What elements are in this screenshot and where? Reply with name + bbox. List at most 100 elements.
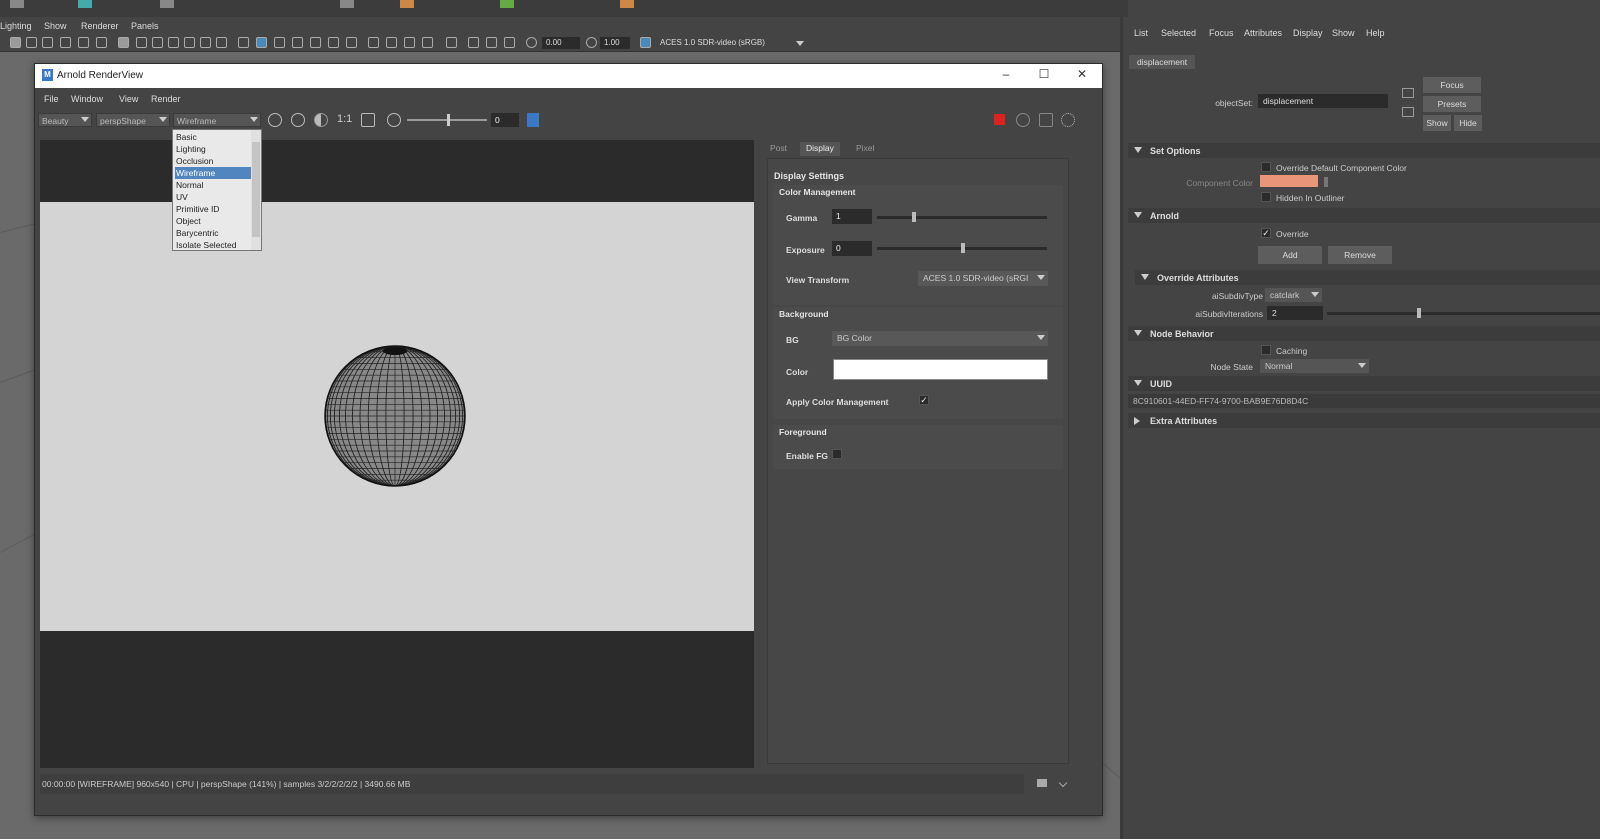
subdiv-type-select[interactable]: catclark (1265, 288, 1322, 302)
menu-view[interactable]: View (119, 94, 138, 104)
xray-active-icon[interactable] (486, 37, 497, 48)
apply-cm-checkbox[interactable]: ✓ (919, 395, 929, 405)
camera-icon[interactable] (10, 37, 21, 48)
shadows-icon[interactable] (346, 37, 357, 48)
override-checkbox[interactable]: ✓ (1261, 228, 1271, 238)
smooth-shade-icon[interactable] (256, 37, 267, 48)
gamma-slider-thumb[interactable] (912, 212, 916, 222)
wireframe-icon[interactable] (238, 37, 249, 48)
film-gate-icon[interactable] (136, 37, 147, 48)
shelf-icon[interactable] (160, 0, 174, 8)
menu-lighting[interactable]: Lighting (0, 21, 32, 31)
option-isolate-selected[interactable]: Isolate Selected (175, 239, 251, 251)
minimize-icon[interactable]: – (994, 67, 1018, 83)
dropdown-scrollbar[interactable] (251, 130, 261, 250)
shelf-icon[interactable] (78, 0, 92, 8)
subdiv-iter-field[interactable]: 2 (1267, 306, 1323, 320)
exposure-slider-thumb[interactable] (961, 243, 965, 253)
debug-mode-select[interactable]: Wireframe (173, 113, 261, 127)
gamma-slider-track[interactable] (877, 216, 1047, 219)
maximize-icon[interactable]: ☐ (1032, 67, 1056, 83)
show-button[interactable]: Show (1423, 115, 1451, 131)
depth-of-field-icon[interactable] (422, 37, 433, 48)
shelf-icon[interactable] (10, 0, 24, 8)
rgb-channel-icon[interactable] (291, 113, 305, 127)
isolate-select-icon[interactable] (446, 37, 457, 48)
shelf-icon[interactable] (340, 0, 354, 8)
presets-button[interactable]: Presets (1423, 96, 1481, 112)
exposure-slider-thumb[interactable] (447, 114, 450, 126)
input-arrow-icon[interactable] (1402, 88, 1414, 98)
override-default-checkbox[interactable] (1261, 162, 1271, 172)
lights-icon[interactable] (328, 37, 339, 48)
exposure-field[interactable]: 0 (491, 113, 519, 127)
gear-icon[interactable] (1061, 113, 1075, 127)
enable-fg-checkbox[interactable] (832, 449, 842, 459)
bg-color-swatch[interactable] (833, 359, 1048, 380)
gate-mask-icon[interactable] (168, 37, 179, 48)
option-wireframe[interactable]: Wireframe (175, 167, 251, 179)
exposure-display-field[interactable]: 0 (832, 241, 872, 256)
section-node-behavior[interactable]: Node Behavior (1128, 326, 1600, 341)
option-uv[interactable]: UV (175, 191, 251, 203)
gamma-value[interactable]: 1.00 (600, 37, 630, 49)
menu-renderer[interactable]: Renderer (81, 21, 119, 31)
window-titlebar[interactable]: M Arnold RenderView – ☐ ✕ (35, 64, 1102, 88)
field-chart-icon[interactable] (184, 37, 195, 48)
subdiv-iter-slider-track[interactable] (1327, 312, 1600, 315)
uuid-field[interactable]: 8C910601-44ED-FF74-9700-BAB9E76D8D4C (1128, 394, 1600, 408)
shelf-icon[interactable] (500, 0, 514, 8)
node-state-select[interactable]: Normal (1260, 359, 1369, 373)
default-material-icon[interactable] (274, 37, 285, 48)
tab-pixel[interactable]: Pixel (850, 142, 880, 156)
section-extra-attributes[interactable]: Extra Attributes (1128, 413, 1600, 428)
grease-pencil-icon[interactable] (96, 37, 107, 48)
2d-pan-icon[interactable] (78, 37, 89, 48)
menu-focus[interactable]: Focus (1209, 28, 1234, 38)
display-channel-icon[interactable] (268, 113, 282, 127)
log-icon[interactable] (527, 113, 539, 127)
section-set-options[interactable]: Set Options (1128, 143, 1600, 158)
view-transform-select[interactable]: ACES 1.0 SDR-video (sRGI (918, 271, 1048, 286)
option-barycentric[interactable]: Barycentric (175, 227, 251, 239)
section-uuid[interactable]: UUID (1128, 376, 1600, 391)
component-color-slider[interactable] (1324, 177, 1328, 187)
3d-manipulation-icon[interactable] (387, 113, 401, 127)
rendered-image[interactable] (40, 202, 754, 631)
menu-display[interactable]: Display (1293, 28, 1323, 38)
section-override-attributes[interactable]: Override Attributes (1135, 270, 1600, 285)
crop-region-icon[interactable] (361, 113, 375, 127)
resolution-gate-icon[interactable] (152, 37, 163, 48)
gamma-icon[interactable] (586, 37, 597, 48)
menu-panels[interactable]: Panels (131, 21, 159, 31)
textured-icon[interactable] (292, 37, 303, 48)
objectset-field[interactable]: displacement (1258, 94, 1388, 108)
grid-icon[interactable] (118, 37, 129, 48)
image-plane-icon[interactable] (60, 37, 71, 48)
hide-button[interactable]: Hide (1454, 115, 1482, 131)
camera-select[interactable]: perspShape (96, 113, 170, 127)
bg-select[interactable]: BG Color (832, 331, 1048, 346)
subdiv-iter-slider-thumb[interactable] (1417, 308, 1421, 318)
xray-joints-icon[interactable] (468, 37, 479, 48)
ratio-1-1-button[interactable]: 1:1 (337, 113, 352, 125)
scrollbar-thumb[interactable] (252, 142, 260, 237)
menu-show[interactable]: Show (44, 21, 67, 31)
menu-show[interactable]: Show (1332, 28, 1355, 38)
output-arrow-icon[interactable] (1402, 107, 1414, 117)
tab-post[interactable]: Post (764, 142, 793, 156)
ambient-occlusion-icon[interactable] (368, 37, 379, 48)
aov-select[interactable]: Beauty (38, 113, 92, 127)
gamma-field[interactable]: 1 (832, 209, 872, 224)
option-basic[interactable]: Basic (175, 131, 251, 143)
exposure-value[interactable]: 0.00 (542, 37, 580, 49)
tab-display[interactable]: Display (800, 142, 840, 156)
exposure-icon[interactable] (526, 37, 537, 48)
refresh-icon[interactable] (1016, 113, 1030, 127)
menu-render[interactable]: Render (151, 94, 181, 104)
option-occlusion[interactable]: Occlusion (175, 155, 251, 167)
compare-icon[interactable] (314, 113, 328, 127)
option-lighting[interactable]: Lighting (175, 143, 251, 155)
snapshot-icon[interactable] (1037, 779, 1047, 787)
remove-button[interactable]: Remove (1328, 246, 1392, 264)
